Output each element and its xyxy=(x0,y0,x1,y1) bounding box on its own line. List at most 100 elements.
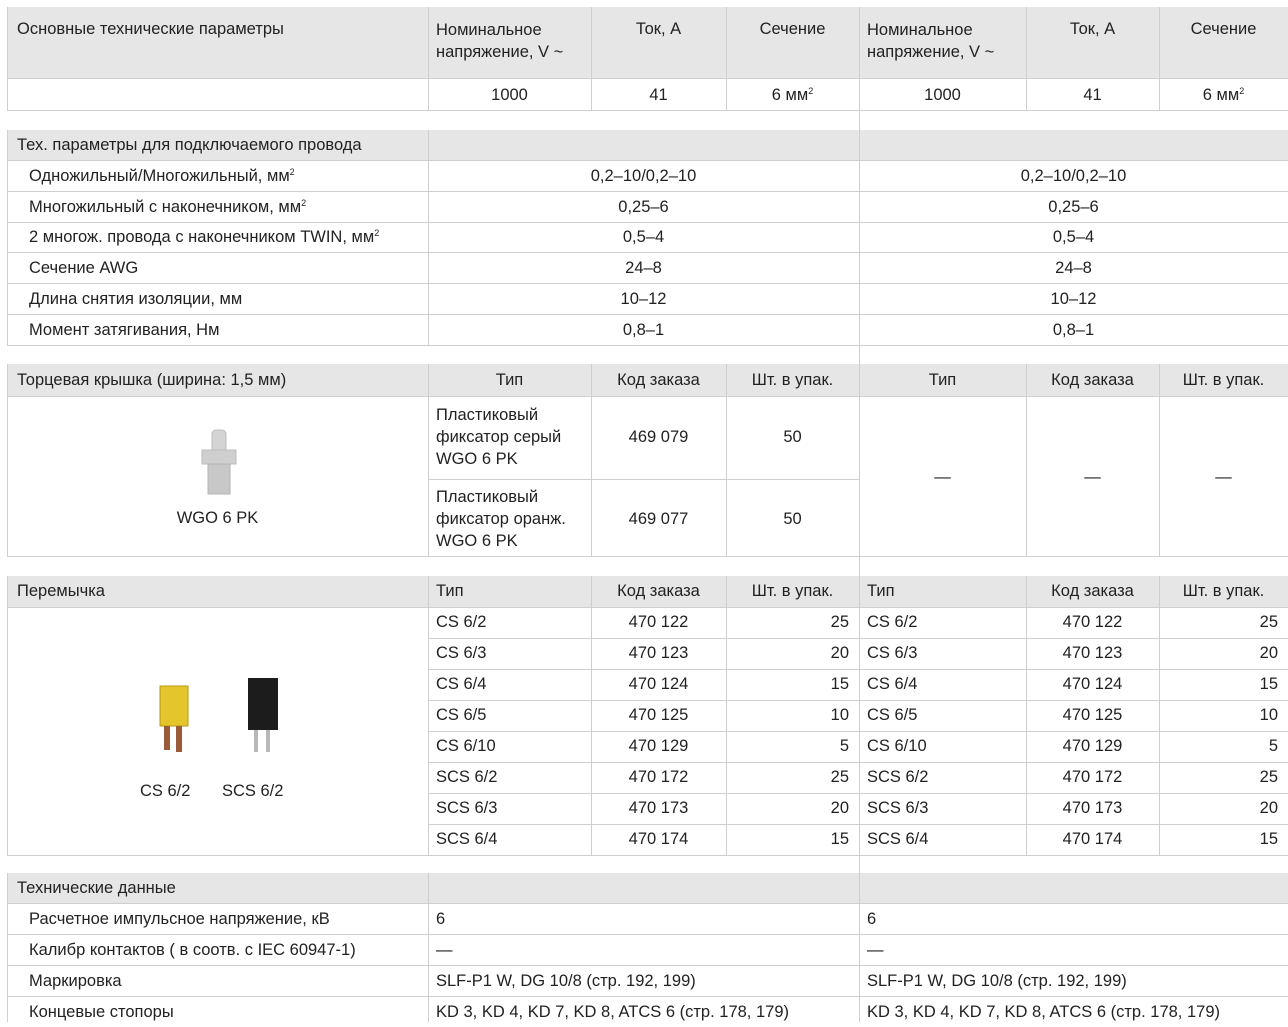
jumper-row-type-left: SCS 6/2 xyxy=(428,762,591,792)
wire-row-label: Момент затягивания, Нм xyxy=(19,315,428,345)
jumper-row-code-left: 470 172 xyxy=(591,762,726,792)
jumper-row-type-right-text: CS 6/2 xyxy=(867,613,918,631)
wire-row-value-left: 24–8 xyxy=(428,253,859,283)
voltage-value-left-text: 1000 xyxy=(491,86,528,104)
wire-row-label-text: Момент затягивания, Нм xyxy=(29,320,220,339)
jumper-image-label-cs-text: CS 6/2 xyxy=(140,782,191,800)
wire-title: Тех. параметры для подключаемого провода xyxy=(7,130,428,160)
tech-row-value-left-text: KD 3, KD 4, KD 7, KD 8, ATCS 6 (стр. 178… xyxy=(436,1003,789,1021)
grid-line xyxy=(7,130,8,345)
grid-line xyxy=(859,130,860,345)
endcap-empty-qty: — xyxy=(1159,397,1288,557)
jumper-row-qty-left-text: 10 xyxy=(830,706,849,724)
tech-row-label-text: Концевые стопоры xyxy=(29,1003,174,1021)
jumper-row-code-left-text: 470 125 xyxy=(628,706,689,724)
jumper-image-label-scs: SCS 6/2 xyxy=(222,776,312,806)
voltage-value-right: 1000 xyxy=(859,79,1026,111)
endcap-col-type-right: Тип xyxy=(859,364,1026,396)
jumper-row-code-left-text: 470 124 xyxy=(628,675,689,693)
endcap-image-label: WGO 6 PK xyxy=(7,500,428,536)
jumper-row-type-left: SCS 6/3 xyxy=(428,793,591,823)
jumper-row-type-right-text: CS 6/3 xyxy=(867,644,918,662)
jumper-row-code-right-text: 470 122 xyxy=(1062,613,1123,631)
jumper-col-qty-left-text: Шт. в упак. xyxy=(751,582,834,600)
jumper-row-code-left: 470 125 xyxy=(591,700,726,730)
jumper-col-type-right: Тип xyxy=(859,576,1026,607)
endcap-title: Торцевая крышка (ширина: 1,5 мм) xyxy=(7,364,428,396)
jumper-row-code-right: 470 172 xyxy=(1026,762,1159,792)
jumper-col-type-left-text: Тип xyxy=(436,582,464,600)
jumper-col-code-right: Код заказа xyxy=(1026,576,1159,607)
wire-row-value-right: 24–8 xyxy=(859,253,1288,283)
jumper-title: Перемычка xyxy=(7,576,428,607)
jumper-row-qty-left-text: 25 xyxy=(830,613,849,631)
endcap-empty-qty-text: — xyxy=(1215,468,1232,486)
tech-row-value-left: 6 xyxy=(428,904,859,934)
wire-row-value-left: 0,8–1 xyxy=(428,315,859,345)
jumper-col-type-left: Тип xyxy=(428,576,591,607)
jumper-parts-image xyxy=(159,678,278,752)
section-value-left-text: 6 мм xyxy=(771,86,809,104)
voltage-value-left: 1000 xyxy=(428,79,591,111)
jumper-row-qty-left: 25 xyxy=(726,607,859,637)
wire-row-value-right: 0,5–4 xyxy=(859,222,1288,252)
jumper-row-type-right-text: SCS 6/3 xyxy=(867,799,929,817)
jumper-row-code-left: 470 129 xyxy=(591,731,726,761)
grid-line xyxy=(7,556,1288,557)
jumper-row-type-left: CS 6/10 xyxy=(428,731,591,761)
jumper-row-qty-left: 5 xyxy=(726,731,859,761)
jumper-title-text: Перемычка xyxy=(17,582,105,600)
grid-line xyxy=(7,7,8,110)
wire-row-value-right-text: 0,5–4 xyxy=(1052,228,1095,247)
endcap-col-code-left-text: Код заказа xyxy=(617,371,700,389)
endcap-col-code-right: Код заказа xyxy=(1026,364,1159,396)
wire-row-value-right: 0,2–10/0,2–10 xyxy=(859,161,1288,191)
jumper-row-type-right: CS 6/2 xyxy=(859,607,1026,637)
grid-line xyxy=(428,7,429,110)
wire-row-label: Сечение AWG xyxy=(19,253,428,283)
wire-row-value-left: 0,2–10/0,2–10 xyxy=(428,161,859,191)
jumper-row-code-right-text: 470 172 xyxy=(1062,768,1123,786)
jumper-row-qty-right: 5 xyxy=(1159,731,1288,761)
tech-row-value-left-text: 6 xyxy=(436,910,446,928)
jumper-row-code-left-text: 470 123 xyxy=(628,644,689,662)
wire-row-label-text: 2 многож. провода с наконечником TWIN, м… xyxy=(29,228,375,247)
endcap-row-code: 469 077 xyxy=(591,479,726,560)
jumper-col-code-right-text: Код заказа xyxy=(1051,582,1134,600)
jumper-row-code-right: 470 125 xyxy=(1026,700,1159,730)
wire-row-value-left-text: 0,8–1 xyxy=(622,320,665,339)
tech-row-value-right: — xyxy=(859,935,1288,965)
jumper-col-qty-right-text: Шт. в упак. xyxy=(1182,582,1265,600)
section-header-left: Сечение xyxy=(726,7,859,52)
grid-line xyxy=(726,364,727,556)
grid-line xyxy=(1159,7,1160,110)
grid-line xyxy=(591,364,592,556)
jumper-row-code-left: 470 124 xyxy=(591,669,726,699)
tech-row-value-right: SLF-P1 W, DG 10/8 (стр. 192, 199) xyxy=(859,966,1288,996)
grid-line xyxy=(428,855,1288,856)
grid-line xyxy=(1026,364,1027,556)
jumper-row-type-right: CS 6/4 xyxy=(859,669,1026,699)
jumper-row-type-right-text: CS 6/4 xyxy=(867,675,918,693)
jumper-row-type-right-text: SCS 6/2 xyxy=(867,768,929,786)
endcap-row-qty: 50 xyxy=(726,479,859,560)
grid-line xyxy=(428,873,429,1022)
jumper-row-qty-right: 20 xyxy=(1159,793,1288,823)
jumper-row-type-left-text: SCS 6/3 xyxy=(436,799,498,817)
tech-row-label: Расчетное импульсное напряжение, кВ xyxy=(19,904,428,934)
wire-row-label-sup: 2 xyxy=(301,197,307,208)
jumper-row-qty-right: 25 xyxy=(1159,607,1288,637)
tech-row-value-left-text: — xyxy=(436,941,453,959)
current-header-right: Ток, А xyxy=(1026,7,1159,52)
wire-title-text: Тех. параметры для подключаемого провода xyxy=(17,136,362,154)
tech-row-value-right: 6 xyxy=(859,904,1288,934)
jumper-row-qty-left: 10 xyxy=(726,700,859,730)
endcap-row-qty: 50 xyxy=(726,397,859,478)
section-value-right: 6 мм2 xyxy=(1159,79,1288,111)
wire-row-value-right: 0,25–6 xyxy=(859,192,1288,222)
endcap-image-label-text: WGO 6 PK xyxy=(176,509,259,527)
tech-row-value-left: — xyxy=(428,935,859,965)
jumper-row-code-left-text: 470 129 xyxy=(628,737,689,755)
jumper-row-qty-right-text: 15 xyxy=(1259,675,1278,693)
grid-line xyxy=(859,364,860,556)
